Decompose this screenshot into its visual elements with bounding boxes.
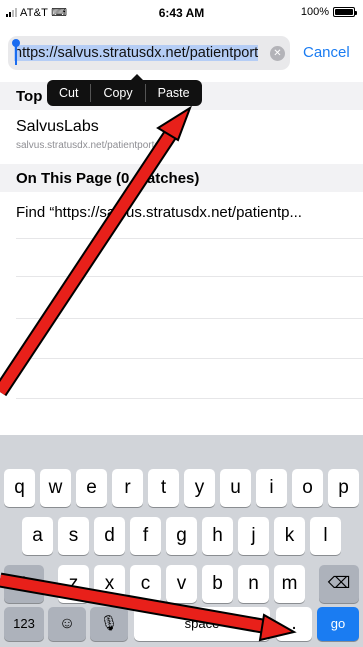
key-x[interactable]: x: [94, 565, 125, 603]
key-n[interactable]: n: [238, 565, 269, 603]
find-on-page-row[interactable]: Find “https://salvus.stratusdx.net/patie…: [0, 196, 363, 232]
find-on-page-text: Find “https://salvus.stratusdx.net/patie…: [16, 204, 302, 221]
key-m[interactable]: m: [274, 565, 305, 603]
key-t[interactable]: t: [148, 469, 179, 507]
emoji-key[interactable]: ☺: [48, 607, 86, 641]
key-f[interactable]: f: [130, 517, 161, 555]
clear-text-button[interactable]: ✕: [270, 46, 285, 61]
list-divider: [16, 276, 363, 277]
key-l[interactable]: l: [310, 517, 341, 555]
battery-percent: 100%: [300, 6, 329, 18]
dictation-key[interactable]: 🎙: [90, 607, 128, 641]
key-p[interactable]: p: [328, 469, 359, 507]
list-divider: [16, 318, 363, 319]
key-g[interactable]: g: [166, 517, 197, 555]
url-selected-text: https://salvus.stratusdx.net/patientport: [14, 45, 259, 61]
list-divider: [16, 238, 363, 239]
backspace-key[interactable]: ⌫: [319, 565, 359, 603]
paste-menu-item[interactable]: Paste: [146, 80, 202, 106]
copy-menu-item[interactable]: Copy: [91, 80, 144, 106]
key-z[interactable]: z: [58, 565, 89, 603]
key-e[interactable]: e: [76, 469, 107, 507]
battery-fill: [335, 9, 353, 15]
keyboard: q w e r t y u i o p a s d f g h j k l ⇧ …: [0, 435, 363, 647]
key-c[interactable]: c: [130, 565, 161, 603]
key-q[interactable]: q: [4, 469, 35, 507]
key-y[interactable]: y: [184, 469, 215, 507]
key-v[interactable]: v: [166, 565, 197, 603]
battery-icon: [333, 7, 357, 17]
text-cursor: [15, 45, 17, 65]
key-s[interactable]: s: [58, 517, 89, 555]
on-this-page-section-header: On This Page (0 matches): [0, 164, 363, 192]
list-divider: [16, 398, 363, 399]
key-d[interactable]: d: [94, 517, 125, 555]
key-u[interactable]: u: [220, 469, 251, 507]
top-hits-label: Top: [16, 88, 43, 105]
key-k[interactable]: k: [274, 517, 305, 555]
key-a[interactable]: a: [22, 517, 53, 555]
period-key[interactable]: .: [276, 607, 312, 641]
shift-key[interactable]: ⇧: [4, 565, 44, 603]
on-this-page-label: On This Page (0 matches): [16, 170, 200, 187]
key-w[interactable]: w: [40, 469, 71, 507]
status-right: 100%: [300, 6, 357, 18]
go-key[interactable]: go: [317, 607, 359, 641]
list-divider: [16, 358, 363, 359]
edit-menu: Cut Copy Paste: [47, 74, 202, 106]
url-input[interactable]: https://salvus.stratusdx.net/patientport: [14, 45, 266, 63]
address-bar: https://salvus.stratusdx.net/patientport…: [0, 34, 363, 74]
top-hit-title: SalvusLabs: [16, 118, 99, 135]
key-r[interactable]: r: [112, 469, 143, 507]
key-b[interactable]: b: [202, 565, 233, 603]
key-o[interactable]: o: [292, 469, 323, 507]
url-field[interactable]: https://salvus.stratusdx.net/patientport…: [8, 36, 290, 70]
space-key[interactable]: space: [134, 607, 270, 641]
key-i[interactable]: i: [256, 469, 287, 507]
top-hit-row[interactable]: SalvusLabs salvus.stratusdx.net/patientp…: [0, 110, 363, 160]
key-h[interactable]: h: [202, 517, 233, 555]
top-hit-url: salvus.stratusdx.net/patientportal: [16, 140, 163, 151]
numbers-key[interactable]: 123: [4, 607, 44, 641]
cancel-button[interactable]: Cancel: [303, 44, 350, 61]
key-j[interactable]: j: [238, 517, 269, 555]
cut-menu-item[interactable]: Cut: [47, 80, 90, 106]
status-bar: AT&T ⌨ 6:43 AM 100%: [0, 0, 363, 26]
